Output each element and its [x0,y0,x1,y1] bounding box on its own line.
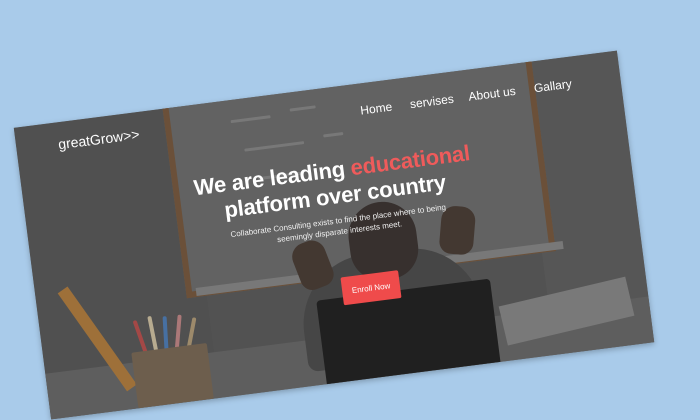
website-hero-screenshot: greatGrow>> Home servises About us Galla… [13,50,655,420]
